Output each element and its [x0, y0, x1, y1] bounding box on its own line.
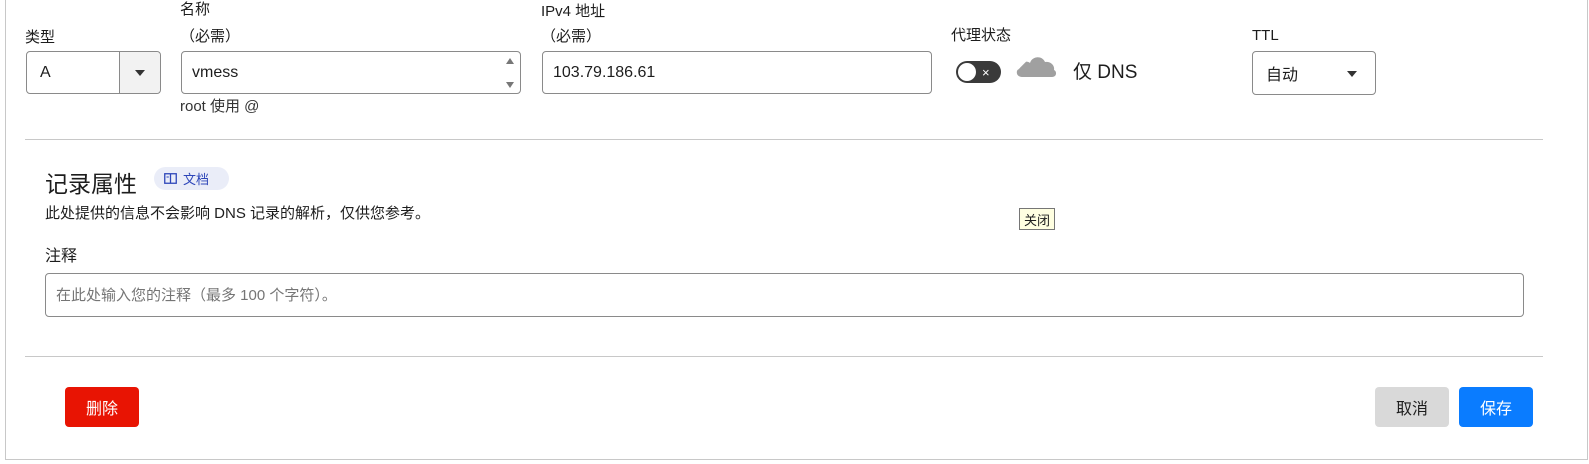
name-field[interactable] [181, 51, 521, 94]
proxy-toggle[interactable]: × [956, 61, 1001, 83]
type-select[interactable]: A [26, 51, 161, 94]
caret-down-icon [135, 69, 145, 76]
comment-field[interactable] [45, 273, 1524, 317]
type-dropdown-button[interactable] [119, 52, 160, 93]
spinner-icon[interactable] [506, 58, 516, 88]
spinner-down-icon[interactable] [506, 82, 514, 88]
ttl-label: TTL [1252, 27, 1279, 44]
type-select-value: A [40, 63, 51, 81]
book-icon [164, 173, 177, 184]
cancel-button[interactable]: 取消 [1375, 387, 1449, 427]
save-button[interactable]: 保存 [1459, 387, 1533, 427]
type-label: 类型 [25, 29, 56, 46]
close-icon: × [982, 64, 990, 80]
toggle-knob [958, 63, 976, 81]
ipv4-field[interactable] [542, 51, 932, 94]
comment-label: 注释 [45, 248, 78, 265]
docs-link[interactable]: 文档 [154, 167, 229, 190]
name-input[interactable] [182, 52, 520, 93]
delete-button[interactable]: 删除 [65, 387, 139, 427]
ipv4-required-label: （必需） [541, 28, 602, 45]
cloud-icon [1016, 57, 1057, 77]
record-attributes-description: 此处提供的信息不会影响 DNS 记录的解析，仅供您参考。 [45, 205, 431, 222]
caret-down-icon [1347, 71, 1357, 77]
name-hint: root 使用 @ [180, 98, 260, 115]
name-label: 名称 [180, 1, 211, 18]
tooltip: 关闭 [1019, 208, 1055, 230]
docs-label: 文档 [183, 172, 210, 187]
name-required-label: （必需） [180, 28, 241, 45]
spinner-up-icon[interactable] [506, 58, 514, 64]
ipv4-label: IPv4 地址 [541, 3, 606, 20]
top-divider [25, 139, 1543, 140]
ipv4-input[interactable] [543, 52, 931, 93]
record-attributes-title: 记录属性 [45, 171, 137, 197]
proxy-status-text: 仅 DNS [1073, 62, 1138, 83]
ttl-select[interactable]: 自动 [1252, 51, 1376, 95]
bottom-divider [25, 356, 1543, 357]
comment-input[interactable] [46, 274, 1523, 316]
proxy-status-label: 代理状态 [951, 27, 1012, 44]
ttl-select-value: 自动 [1266, 67, 1299, 84]
